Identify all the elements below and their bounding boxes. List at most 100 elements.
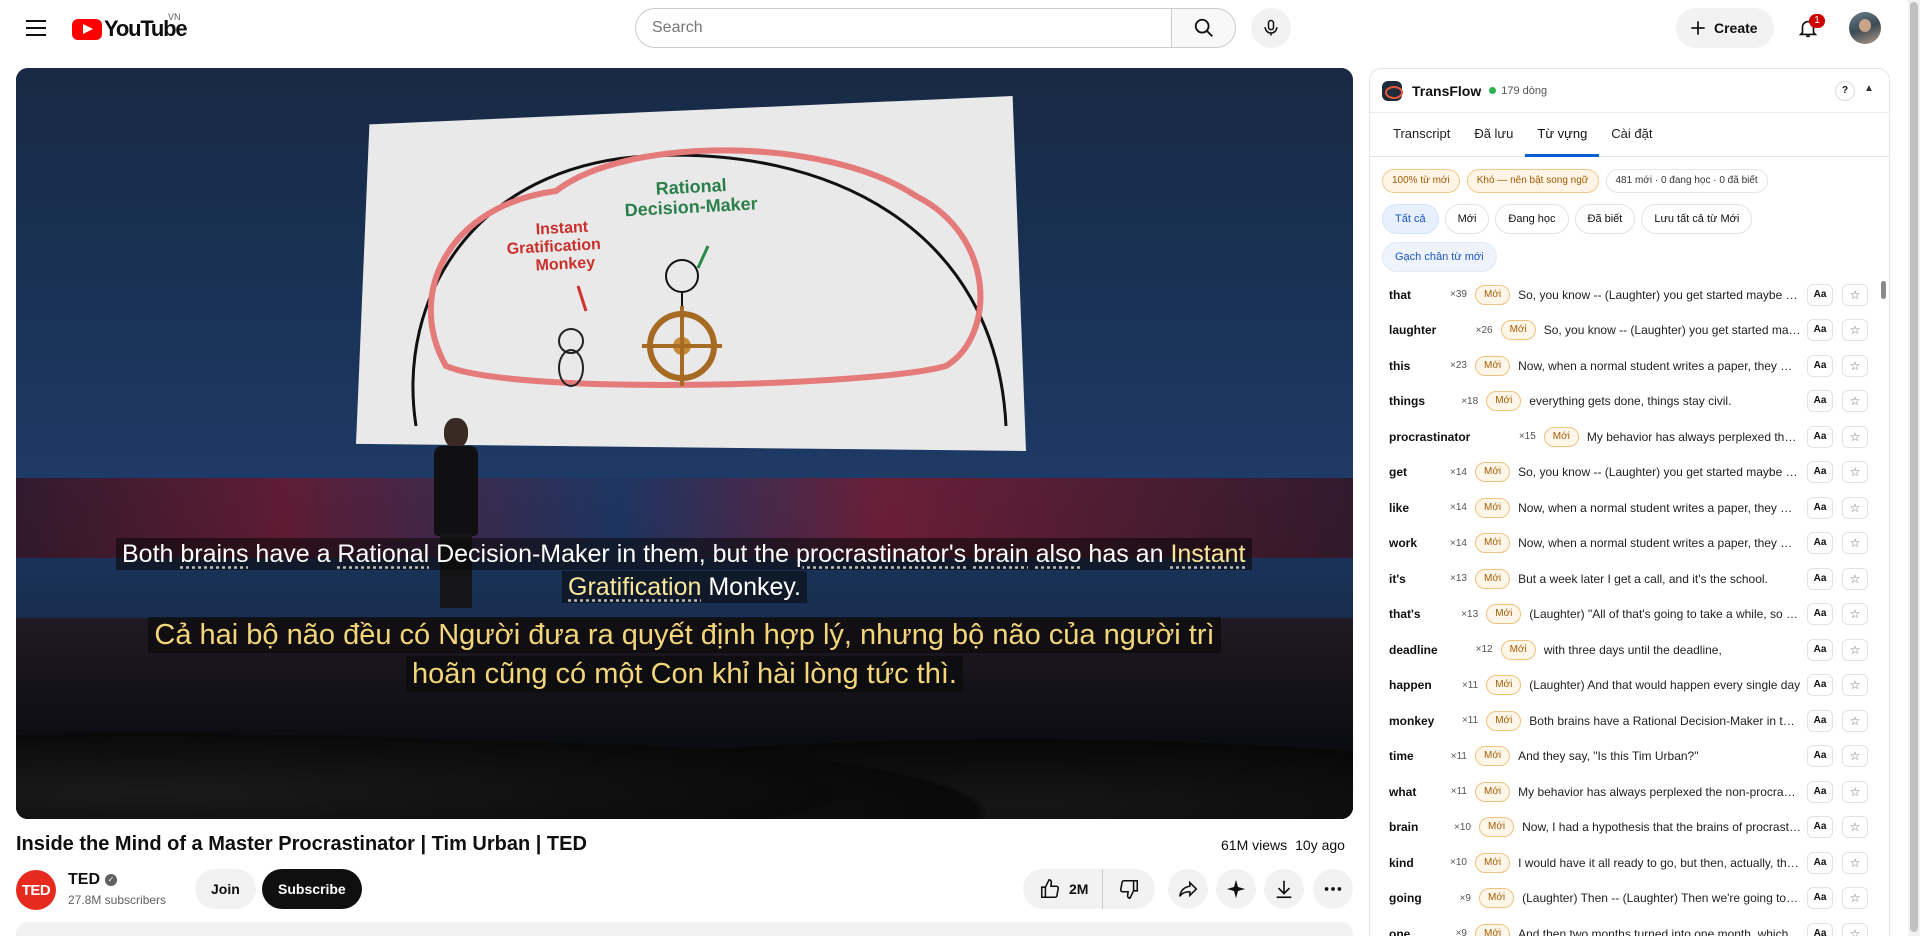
- subtitle-highlighted-word[interactable]: procrastinator's: [796, 540, 966, 568]
- font-size-button[interactable]: Aa: [1807, 319, 1833, 342]
- vocab-row[interactable]: it's ×13 Mới But a week later I get a call,…: [1370, 561, 1875, 597]
- join-button[interactable]: Join: [195, 869, 256, 909]
- vocab-status-badge[interactable]: Mới: [1475, 568, 1511, 589]
- vocab-row[interactable]: kind ×10 Mới I would have it all ready to g…: [1370, 845, 1875, 881]
- vocab-word[interactable]: this: [1389, 359, 1410, 373]
- filter-button[interactable]: Mới: [1444, 204, 1490, 234]
- underline-new-words-button[interactable]: Gạch chân từ mới: [1382, 242, 1497, 272]
- channel-name[interactable]: TED ✓: [68, 871, 117, 889]
- vocab-status-badge[interactable]: Mới: [1475, 497, 1511, 518]
- vocab-status-badge[interactable]: Mới: [1475, 533, 1511, 554]
- subtitle-highlighted-word[interactable]: Rational: [337, 540, 429, 568]
- vocab-context[interactable]: Now, I had a hypothesis that the brains …: [1522, 820, 1801, 834]
- star-icon[interactable]: ☆: [1842, 319, 1868, 342]
- vocab-status-badge[interactable]: Mới: [1475, 746, 1511, 767]
- vocab-context[interactable]: So, you know -- (Laughter) you get start…: [1518, 465, 1801, 479]
- video-player[interactable]: RationalDecision-Maker InstantGratificat…: [16, 68, 1353, 819]
- notifications-button[interactable]: 1: [1788, 8, 1828, 48]
- more-actions-button[interactable]: [1313, 869, 1353, 909]
- vocab-context[interactable]: Now, when a normal student writes a pape…: [1518, 536, 1801, 550]
- star-icon[interactable]: ☆: [1842, 496, 1868, 519]
- font-size-button[interactable]: Aa: [1807, 922, 1833, 936]
- vocab-context[interactable]: Both brains have a Rational Decision-Mak…: [1529, 714, 1801, 728]
- create-button[interactable]: Create: [1676, 8, 1774, 48]
- vocab-row[interactable]: work ×14 Mới Now, when a normal student wri…: [1370, 526, 1875, 562]
- subtitle-highlighted-word[interactable]: brain: [973, 540, 1029, 568]
- font-size-button[interactable]: Aa: [1807, 745, 1833, 768]
- vocab-row[interactable]: deadline ×12 Mới with three days until the …: [1370, 632, 1875, 668]
- vocab-row[interactable]: that's ×13 Mới (Laughter) "All of that's go…: [1370, 597, 1875, 633]
- search-input[interactable]: [635, 8, 1172, 48]
- star-icon[interactable]: ☆: [1842, 567, 1868, 590]
- vocab-row[interactable]: time ×11 Mới And they say, "Is this Tim Urb…: [1370, 739, 1875, 775]
- share-button[interactable]: [1168, 869, 1208, 909]
- vocab-word[interactable]: kind: [1389, 856, 1414, 870]
- vocab-status-badge[interactable]: Mới: [1486, 675, 1522, 696]
- vocab-context[interactable]: Now, when a normal student writes a pape…: [1518, 359, 1801, 373]
- star-icon[interactable]: ☆: [1842, 283, 1868, 306]
- vocab-word[interactable]: that's: [1389, 607, 1421, 621]
- vocab-context[interactable]: So, you know -- (Laughter) you get start…: [1518, 288, 1801, 302]
- vocab-row[interactable]: going ×9 Mới (Laughter) Then -- (Laughter) …: [1370, 881, 1875, 917]
- vocab-status-badge[interactable]: Mới: [1475, 852, 1511, 873]
- vocab-word[interactable]: like: [1389, 501, 1409, 515]
- vocab-status-badge[interactable]: Mới: [1475, 284, 1511, 305]
- star-icon[interactable]: ☆: [1842, 816, 1868, 839]
- star-icon[interactable]: ☆: [1842, 780, 1868, 803]
- vocab-word[interactable]: going: [1389, 891, 1422, 905]
- font-size-button[interactable]: Aa: [1807, 390, 1833, 413]
- vocab-context[interactable]: I would have it all ready to go, but the…: [1518, 856, 1801, 870]
- voice-search-button[interactable]: [1251, 8, 1291, 48]
- vocab-status-badge[interactable]: Mới: [1486, 710, 1522, 731]
- vocab-context[interactable]: And then two months turned into one mont…: [1518, 927, 1801, 936]
- vocab-scroll-thumb[interactable]: [1881, 281, 1886, 299]
- star-icon[interactable]: ☆: [1842, 638, 1868, 661]
- dislike-button[interactable]: [1103, 869, 1155, 909]
- vocab-row[interactable]: get ×14 Mới So, you know -- (Laughter) you …: [1370, 455, 1875, 491]
- star-icon[interactable]: ☆: [1842, 922, 1868, 936]
- vocab-word[interactable]: it's: [1389, 572, 1406, 586]
- font-size-button[interactable]: Aa: [1807, 567, 1833, 590]
- subtitle-highlighted-word[interactable]: also: [1036, 540, 1082, 568]
- account-avatar[interactable]: [1849, 12, 1881, 44]
- font-size-button[interactable]: Aa: [1807, 851, 1833, 874]
- star-icon[interactable]: ☆: [1842, 887, 1868, 910]
- vocab-status-badge[interactable]: Mới: [1479, 888, 1515, 909]
- vocab-status-badge[interactable]: Mới: [1475, 355, 1511, 376]
- collapse-icon[interactable]: ▲: [1864, 83, 1874, 94]
- vocab-status-badge[interactable]: Mới: [1475, 923, 1511, 936]
- vocab-word[interactable]: get: [1389, 465, 1407, 479]
- font-size-button[interactable]: Aa: [1807, 780, 1833, 803]
- font-size-button[interactable]: Aa: [1807, 887, 1833, 910]
- font-size-button[interactable]: Aa: [1807, 638, 1833, 661]
- vocab-word[interactable]: happen: [1389, 678, 1432, 692]
- panel-tab[interactable]: Cài đặt: [1599, 113, 1664, 156]
- vocab-row[interactable]: happen ×11 Mới (Laughter) And that would ha…: [1370, 668, 1875, 704]
- save-all-new-button[interactable]: Lưu tất cả từ Mới: [1641, 204, 1753, 234]
- font-size-button[interactable]: Aa: [1807, 532, 1833, 555]
- vocab-status-badge[interactable]: Mới: [1475, 781, 1511, 802]
- vocab-row[interactable]: this ×23 Mới Now, when a normal student wri…: [1370, 348, 1875, 384]
- vocab-word[interactable]: laughter: [1389, 323, 1436, 337]
- filter-button[interactable]: Đã biết: [1574, 204, 1636, 234]
- vocab-status-badge[interactable]: Mới: [1500, 639, 1536, 660]
- font-size-button[interactable]: Aa: [1807, 816, 1833, 839]
- panel-tab[interactable]: Từ vựng: [1525, 113, 1600, 157]
- channel-avatar[interactable]: TED: [16, 870, 56, 910]
- vocab-status-badge[interactable]: Mới: [1475, 462, 1511, 483]
- vocab-row[interactable]: like ×14 Mới Now, when a normal student wri…: [1370, 490, 1875, 526]
- font-size-button[interactable]: Aa: [1807, 674, 1833, 697]
- vocab-context[interactable]: My behavior has always perplexed the non…: [1587, 430, 1801, 444]
- font-size-button[interactable]: Aa: [1807, 283, 1833, 306]
- vocab-row[interactable]: things ×18 Mới everything gets done, things…: [1370, 384, 1875, 420]
- vocab-word[interactable]: monkey: [1389, 714, 1434, 728]
- star-icon[interactable]: ☆: [1842, 674, 1868, 697]
- vocab-word[interactable]: that: [1389, 288, 1411, 302]
- description-box[interactable]: [16, 922, 1353, 936]
- vocab-row[interactable]: procrastinator ×15 Mới My behavior has alwa…: [1370, 419, 1875, 455]
- star-icon[interactable]: ☆: [1842, 461, 1868, 484]
- search-button[interactable]: [1172, 8, 1236, 48]
- vocab-context[interactable]: And they say, "Is this Tim Urban?": [1518, 749, 1801, 763]
- filter-button[interactable]: Đang học: [1495, 204, 1569, 234]
- star-icon[interactable]: ☆: [1842, 354, 1868, 377]
